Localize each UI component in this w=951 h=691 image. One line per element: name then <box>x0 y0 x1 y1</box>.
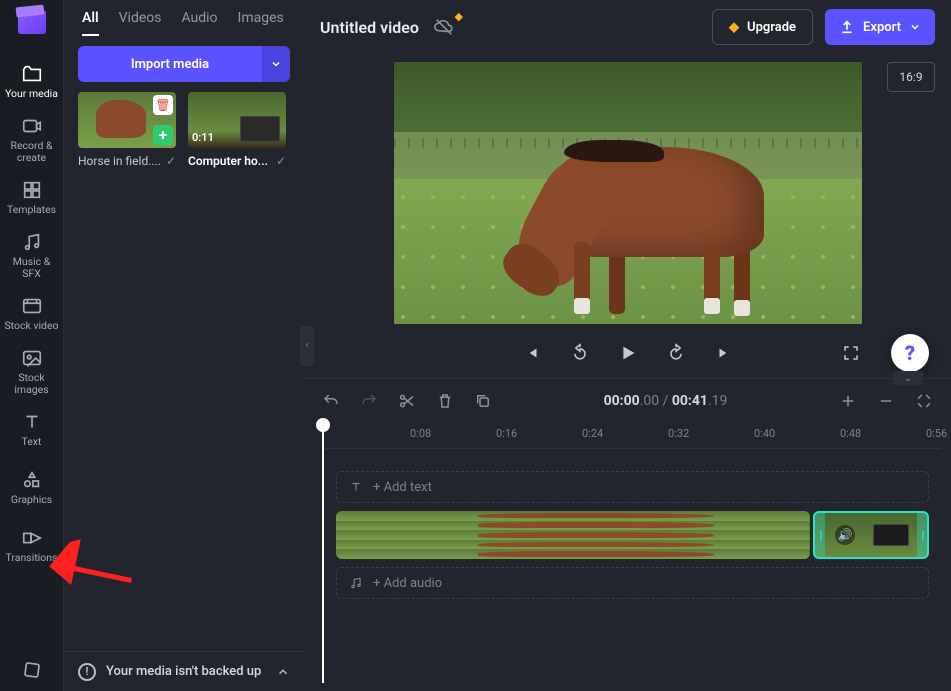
clip-trim-left[interactable]: || <box>815 513 825 557</box>
rewind-5-button[interactable] <box>569 342 591 364</box>
app-logo <box>18 10 46 34</box>
check-icon: ✓ <box>166 154 176 168</box>
upload-icon <box>839 19 855 35</box>
zoom-fit-button[interactable] <box>915 392 933 410</box>
media-panel: All Videos Audio Images Import media 🗑 +… <box>64 0 304 691</box>
timeline-ruler[interactable]: 0:08 0:16 0:24 0:32 0:40 0:48 0:56 <box>322 423 941 449</box>
check-icon: ✓ <box>276 154 286 168</box>
rail-your-media[interactable]: Your media <box>0 52 63 110</box>
preview-area: 16:9 <box>304 54 951 378</box>
clip-computer-horse[interactable]: Computer horse.mp4 || 🔊 || <box>813 511 929 559</box>
timecode: 00:00.00 / 00:41.19 <box>512 393 819 409</box>
media-thumbnail[interactable]: 🗑 + <box>78 92 176 148</box>
clip-trim-right[interactable]: || <box>917 513 927 557</box>
tab-videos[interactable]: Videos <box>119 10 162 36</box>
video-track[interactable]: Computer horse.mp4 || 🔊 || <box>336 511 929 559</box>
delete-button[interactable] <box>436 392 454 410</box>
aspect-ratio-button[interactable]: 16:9 <box>887 62 935 92</box>
help-button[interactable]: ? <box>891 334 929 372</box>
audio-icon[interactable]: 🔊 <box>835 525 855 545</box>
tab-audio[interactable]: Audio <box>181 10 217 36</box>
play-button[interactable] <box>617 342 639 364</box>
rail-stock-images[interactable]: Stock images <box>0 342 63 400</box>
topbar: Untitled video ◆ ◆ Upgrade Export <box>304 0 951 54</box>
project-title[interactable]: Untitled video <box>320 18 419 37</box>
fullscreen-button[interactable] <box>840 342 862 364</box>
media-thumbnail[interactable]: 0:11 <box>188 92 286 148</box>
delete-icon[interactable]: 🗑 <box>153 95 173 115</box>
tab-images[interactable]: Images <box>238 10 284 36</box>
text-icon <box>349 480 363 494</box>
rail-templates[interactable]: Templates <box>0 168 63 226</box>
forward-5-button[interactable] <box>665 342 687 364</box>
skip-end-button[interactable] <box>713 342 735 364</box>
backup-warning[interactable]: ! Your media isn't backed up <box>64 651 304 691</box>
media-tabs: All Videos Audio Images <box>64 0 304 36</box>
media-item[interactable]: 🗑 + Horse in field.... ✓ <box>78 92 176 168</box>
rail-more[interactable] <box>0 651 63 691</box>
zoom-out-button[interactable] <box>877 392 895 410</box>
rail-record-create[interactable]: Record & create <box>0 110 63 168</box>
warning-icon: ! <box>78 663 96 681</box>
video-preview[interactable] <box>394 62 862 324</box>
music-icon <box>349 576 363 590</box>
collapse-preview-button[interactable]: ⌄ <box>893 371 923 385</box>
rail-music-sfx[interactable]: Music & SFX <box>0 226 63 284</box>
import-media-button[interactable]: Import media <box>78 46 262 82</box>
import-media-dropdown[interactable] <box>262 46 290 82</box>
timeline-tracks: + Add text Computer horse.mp4 || 🔊 || <box>304 449 951 617</box>
tab-all[interactable]: All <box>82 10 99 36</box>
duplicate-button[interactable] <box>474 392 492 410</box>
redo-button[interactable] <box>360 392 378 410</box>
rail-text[interactable]: Text <box>0 400 63 458</box>
clip-horse-field[interactable] <box>336 511 810 559</box>
split-button[interactable] <box>398 392 416 410</box>
left-rail: Your media Record & create Templates Mus… <box>0 0 64 691</box>
media-name: Computer ho... <box>188 154 268 168</box>
add-to-timeline-icon[interactable]: + <box>153 125 173 145</box>
upgrade-button[interactable]: ◆ Upgrade <box>712 9 813 45</box>
media-duration: 0:11 <box>192 131 214 144</box>
diamond-icon: ◆ <box>454 10 462 23</box>
playback-controls <box>394 342 862 364</box>
rail-stock-video[interactable]: Stock video <box>0 284 63 342</box>
diamond-icon: ◆ <box>729 20 739 35</box>
add-text-track[interactable]: + Add text <box>336 471 929 503</box>
timeline: 00:00.00 / 00:41.19 0:08 0:16 0:24 0:32 … <box>304 378 951 691</box>
skip-start-button[interactable] <box>521 342 543 364</box>
add-audio-track[interactable]: + Add audio <box>336 567 929 599</box>
zoom-in-button[interactable] <box>839 392 857 410</box>
chevron-down-icon <box>909 21 921 33</box>
clip-thumbnail <box>873 524 909 546</box>
rail-graphics[interactable]: Graphics <box>0 458 63 516</box>
rail-transitions[interactable]: Transitions <box>0 516 63 574</box>
media-name: Horse in field.... <box>78 154 161 168</box>
export-button[interactable]: Export <box>825 9 935 45</box>
media-item[interactable]: 0:11 Computer ho... ✓ <box>188 92 286 168</box>
cloud-sync-off-icon[interactable]: ◆ <box>433 16 455 38</box>
undo-button[interactable] <box>322 392 340 410</box>
